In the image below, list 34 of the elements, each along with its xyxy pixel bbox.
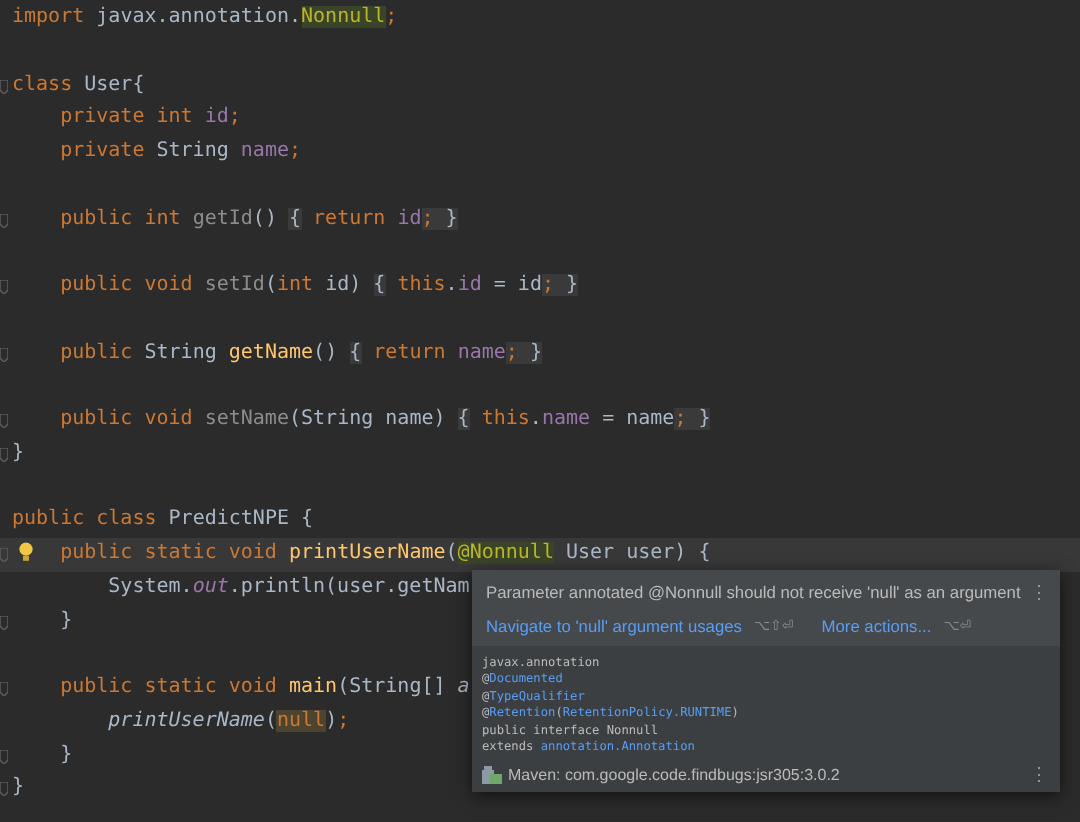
source-label: Maven: com.google.code.findbugs:jsr305:3.0.2 bbox=[508, 766, 842, 785]
more-menu[interactable]: ⋮ bbox=[1030, 583, 1048, 601]
inspection-message: Parameter annotated @Nonnull should not receive 'null' as an argument bbox=[486, 582, 1021, 602]
fold-marker-icon[interactable] bbox=[0, 213, 8, 227]
fold-marker-icon[interactable] bbox=[0, 280, 8, 294]
fold-marker-icon[interactable] bbox=[0, 414, 8, 428]
code-line: public void setId(int id) { this.id = id; } bbox=[58, 272, 579, 300]
code-line: import javax.annotation.Nonnull; bbox=[12, 4, 398, 32]
fold-marker-icon[interactable] bbox=[0, 347, 8, 361]
code-line: } bbox=[12, 774, 25, 803]
code-line: public class PredictNPE { bbox=[12, 506, 314, 535]
code-line: } bbox=[58, 741, 73, 769]
library-icon bbox=[482, 766, 502, 785]
code-line: private int id; bbox=[58, 104, 241, 133]
code-line: public static void main(String[] a bbox=[58, 674, 470, 702]
code-line: printUserName(null); bbox=[106, 707, 350, 736]
code-line: public void setName(String name) { this.name = name; } bbox=[58, 406, 711, 434]
code-line: public int getId() { return id; } bbox=[58, 205, 458, 233]
fold-marker-icon[interactable] bbox=[0, 447, 8, 462]
code-line: } bbox=[12, 439, 25, 468]
action-link[interactable]: Navigate to 'null' argument usages bbox=[486, 616, 742, 636]
fold-marker-icon[interactable] bbox=[0, 749, 8, 763]
fold-marker-icon[interactable] bbox=[0, 782, 8, 797]
code-line: } bbox=[58, 607, 73, 635]
more-menu[interactable]: ⋮ bbox=[1030, 766, 1048, 785]
lightbulb-icon[interactable] bbox=[18, 542, 34, 562]
code-line: public String getName() { return name; } bbox=[58, 339, 542, 367]
fold-marker-icon[interactable] bbox=[0, 79, 8, 93]
action-link[interactable]: More actions... bbox=[821, 616, 932, 636]
code-line: private String name; bbox=[58, 138, 302, 166]
code-line: class User{ bbox=[12, 71, 145, 99]
fold-marker-icon[interactable] bbox=[0, 682, 8, 696]
code-line: System.out.println(user.getNam bbox=[106, 573, 470, 602]
fold-marker-icon[interactable] bbox=[0, 615, 8, 629]
